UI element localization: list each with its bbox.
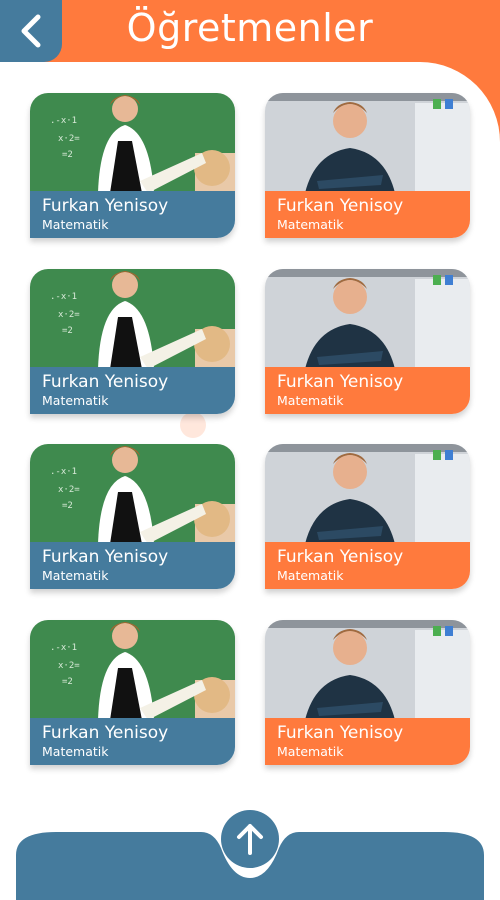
teacher-subject: Matematik: [277, 217, 344, 232]
svg-text:=2: =2: [62, 150, 73, 160]
teacher-grid: .-x·1 x·2= =2 Furkan Yenisoy Matematik F…: [30, 93, 470, 773]
teacher-card[interactable]: Furkan Yenisoy Matematik: [265, 444, 470, 589]
teacher-card[interactable]: .-x·1 x·2= =2 Furkan Yenisoy Matematik: [30, 620, 235, 765]
page-title: Öğretmenler: [126, 6, 374, 50]
teacher-subject: Matematik: [277, 393, 344, 408]
svg-text:x·2=: x·2=: [58, 134, 80, 144]
teacher-card[interactable]: .-x·1 x·2= =2 Furkan Yenisoy Matematik: [30, 93, 235, 238]
teacher-name: Furkan Yenisoy: [277, 547, 404, 567]
teacher-info: Furkan Yenisoy Matematik: [30, 718, 235, 765]
svg-text:.-x·1: .-x·1: [50, 292, 77, 302]
teacher-name: Furkan Yenisoy: [277, 372, 404, 392]
teacher-info: Furkan Yenisoy Matematik: [265, 367, 470, 414]
back-button[interactable]: [0, 0, 62, 62]
svg-text:x·2=: x·2=: [58, 485, 80, 495]
teacher-subject: Matematik: [277, 568, 344, 583]
teacher-subject: Matematik: [277, 744, 344, 759]
teacher-photo-male: [265, 444, 470, 544]
svg-text:=2: =2: [62, 326, 73, 336]
svg-text:=2: =2: [62, 677, 73, 687]
teacher-subject: Matematik: [42, 744, 109, 759]
teacher-photo-male: [265, 269, 470, 369]
svg-text:.-x·1: .-x·1: [50, 643, 77, 653]
teacher-card[interactable]: Furkan Yenisoy Matematik: [265, 620, 470, 765]
teacher-name: Furkan Yenisoy: [42, 547, 169, 567]
teacher-photo-female: .-x·1 x·2= =2: [30, 93, 235, 193]
teacher-card[interactable]: .-x·1 x·2= =2 Furkan Yenisoy Matematik: [30, 269, 235, 414]
teacher-card[interactable]: Furkan Yenisoy Matematik: [265, 269, 470, 414]
teacher-subject: Matematik: [42, 568, 109, 583]
teacher-card[interactable]: Furkan Yenisoy Matematik: [265, 93, 470, 238]
svg-text:=2: =2: [62, 501, 73, 511]
teacher-name: Furkan Yenisoy: [277, 196, 404, 216]
svg-text:x·2=: x·2=: [58, 661, 80, 671]
teacher-subject: Matematik: [42, 393, 109, 408]
teacher-info: Furkan Yenisoy Matematik: [30, 191, 235, 238]
teacher-photo-male: [265, 93, 470, 193]
teacher-info: Furkan Yenisoy Matematik: [265, 191, 470, 238]
teacher-photo-male: [265, 620, 470, 720]
arrow-up-icon: [237, 824, 263, 855]
teacher-info: Furkan Yenisoy Matematik: [30, 367, 235, 414]
teacher-card[interactable]: .-x·1 x·2= =2 Furkan Yenisoy Matematik: [30, 444, 235, 589]
teacher-photo-female: .-x·1 x·2= =2: [30, 444, 235, 544]
teacher-info: Furkan Yenisoy Matematik: [30, 542, 235, 589]
teacher-name: Furkan Yenisoy: [277, 723, 404, 743]
teacher-photo-female: .-x·1 x·2= =2: [30, 620, 235, 720]
teacher-photo-female: .-x·1 x·2= =2: [30, 269, 235, 369]
teacher-name: Furkan Yenisoy: [42, 196, 169, 216]
chevron-left-icon: [21, 14, 41, 48]
teacher-subject: Matematik: [42, 217, 109, 232]
svg-text:x·2=: x·2=: [58, 310, 80, 320]
teacher-name: Furkan Yenisoy: [42, 723, 169, 743]
teacher-info: Furkan Yenisoy Matematik: [265, 542, 470, 589]
teacher-name: Furkan Yenisoy: [42, 372, 169, 392]
svg-text:.-x·1: .-x·1: [50, 467, 77, 477]
scroll-up-button[interactable]: [221, 810, 279, 868]
svg-text:.-x·1: .-x·1: [50, 116, 77, 126]
teacher-info: Furkan Yenisoy Matematik: [265, 718, 470, 765]
